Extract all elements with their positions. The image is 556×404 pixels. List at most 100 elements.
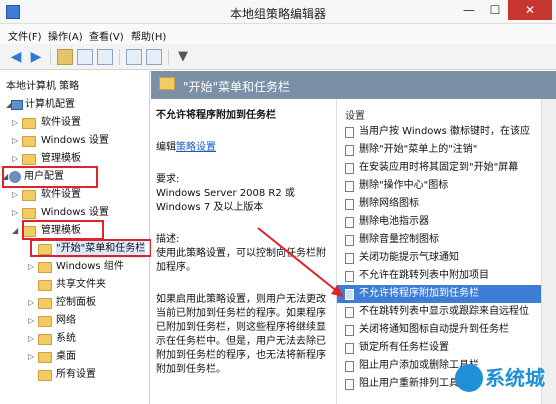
setting-row[interactable]: 删除网络图标	[337, 195, 556, 213]
expand-arrow-icon[interactable]: ▷	[28, 312, 36, 330]
policy-document-icon	[345, 289, 354, 300]
setting-row[interactable]: 锁定所有任务栏设置	[337, 339, 556, 357]
expand-arrow-icon[interactable]: ▷	[28, 294, 36, 312]
back-arrow-icon[interactable]: ◀	[8, 49, 24, 65]
expand-arrow-icon[interactable]: ▷	[12, 204, 20, 222]
tree-item[interactable]: 所有设置	[0, 366, 149, 384]
user-icon	[9, 171, 21, 183]
properties-icon[interactable]	[146, 49, 162, 65]
setting-row[interactable]: 删除音量控制图标	[337, 231, 556, 249]
menu-bar: 文件(F) 操作(A) 查看(V) 帮助(H)	[0, 24, 556, 44]
tree-item[interactable]: ▷ 管理模板	[0, 150, 149, 168]
filter-icon[interactable]: ▼	[175, 49, 191, 65]
setting-label: 删除电池指示器	[359, 216, 429, 227]
export-list-icon[interactable]	[97, 49, 113, 65]
requirements-label: 要求:	[156, 174, 180, 185]
show-hide-tree-icon[interactable]	[77, 49, 93, 65]
setting-label: 当用户按 Windows 徽标键时，在该应	[359, 126, 530, 137]
tree-item[interactable]: ▷ Windows 设置	[0, 204, 149, 222]
tree-item[interactable]: ▷ Windows 设置	[0, 132, 149, 150]
setting-label: 不允许在跳转列表中附加项目	[359, 270, 489, 281]
setting-label: 锁定所有任务栏设置	[359, 342, 449, 353]
setting-row[interactable]: 关闭将通知图标自动提升到任务栏	[337, 321, 556, 339]
setting-row[interactable]: 删除"开始"菜单上的"注销"	[337, 141, 556, 159]
tree-user-config[interactable]: ◢ 用户配置	[0, 168, 149, 186]
folder-icon	[22, 208, 36, 219]
tree-item[interactable]: ▷ 系统	[0, 330, 149, 348]
header-title: "开始"菜单和任务栏	[183, 80, 291, 94]
tree-item[interactable]: ▷ 控制面板	[0, 294, 149, 312]
folder-icon	[22, 118, 36, 129]
policy-document-icon	[345, 217, 354, 228]
description-label: 描述:	[156, 234, 180, 245]
tree-item[interactable]: ▷ 网络	[0, 312, 149, 330]
tree-start-menu-taskbar[interactable]: "开始"菜单和任务栏	[0, 240, 149, 258]
setting-row[interactable]: 不允许将程序附加到任务栏	[337, 285, 556, 303]
setting-row[interactable]: 删除"操作中心"图标	[337, 177, 556, 195]
policy-document-icon	[345, 271, 354, 282]
setting-label: 关闭功能提示气球通知	[359, 252, 459, 263]
maximize-button[interactable]: ☐	[482, 0, 508, 20]
policy-document-icon	[345, 307, 354, 318]
toolbar-separator	[119, 49, 120, 65]
logo-icon	[455, 364, 483, 392]
expand-arrow-icon[interactable]: ▷	[28, 258, 36, 276]
up-folder-icon[interactable]	[57, 49, 73, 65]
expand-arrow-icon[interactable]: ▷	[12, 150, 20, 168]
folder-icon	[38, 298, 52, 309]
policy-document-icon	[345, 253, 354, 264]
menu-view[interactable]: 查看(V)	[89, 28, 124, 43]
policy-document-icon	[345, 181, 354, 192]
setting-row[interactable]: 不允许在跳转列表中附加项目	[337, 267, 556, 285]
menu-file[interactable]: 文件(F)	[8, 28, 42, 43]
policy-document-icon	[345, 235, 354, 246]
policy-document-icon	[345, 199, 354, 210]
setting-row[interactable]: 当用户按 Windows 徽标键时，在该应	[337, 123, 556, 141]
tree-item[interactable]: ▷ Windows 组件	[0, 258, 149, 276]
setting-label: 在安装应用时将其固定到"开始"屏幕	[359, 162, 519, 173]
folder-icon	[22, 190, 36, 201]
tree-item[interactable]: ▷ 软件设置	[0, 186, 149, 204]
edit-policy-line: 编辑策略设置	[156, 142, 216, 153]
details-header: "开始"菜单和任务栏	[151, 71, 556, 99]
folder-icon	[38, 352, 52, 363]
policy-document-icon	[345, 379, 354, 390]
tree-root[interactable]: 本地计算机 策略	[0, 78, 149, 96]
description-pane: 不允许将程序附加到任务栏 编辑策略设置 要求: Windows Server 2…	[151, 99, 336, 404]
setting-row[interactable]: 关闭功能提示气球通知	[337, 249, 556, 267]
edit-policy-link[interactable]: 策略设置	[176, 142, 216, 153]
expand-arrow-icon[interactable]: ▷	[28, 330, 36, 348]
menu-help[interactable]: 帮助(H)	[131, 28, 166, 43]
expand-arrow-icon[interactable]: ▷	[12, 132, 20, 150]
policy-document-icon	[345, 145, 354, 156]
folder-icon	[38, 316, 52, 327]
setting-label: 阻止用户重新排列工具栏	[359, 378, 469, 389]
expand-arrow-icon[interactable]: ▷	[12, 186, 20, 204]
setting-row[interactable]: 在安装应用时将其固定到"开始"屏幕	[337, 159, 556, 177]
folder-icon	[38, 280, 52, 291]
expand-arrow-icon[interactable]: ▷	[28, 348, 36, 366]
setting-label: 删除网络图标	[359, 198, 419, 209]
tree-item[interactable]: 共享文件夹	[0, 276, 149, 294]
toolbar-separator	[50, 49, 51, 65]
watermark-text: 系统城	[485, 366, 545, 390]
help-icon[interactable]	[126, 49, 142, 65]
folder-icon	[159, 77, 175, 90]
minimize-button[interactable]: —	[456, 0, 482, 20]
tree-computer-config[interactable]: ◢ 计算机配置	[0, 96, 149, 114]
collapse-arrow-icon[interactable]: ◢	[12, 222, 20, 240]
list-header[interactable]: 设置	[345, 107, 365, 122]
policy-document-icon	[345, 163, 354, 174]
tree-pane: 本地计算机 策略 ◢ 计算机配置 ▷ 软件设置 ▷ Windows 设置 ▷ 管…	[0, 71, 150, 404]
tree-admin-templates[interactable]: ◢ 管理模板	[0, 222, 149, 240]
tree-item[interactable]: ▷ 软件设置	[0, 114, 149, 132]
close-button[interactable]: ✕	[508, 0, 552, 20]
setting-row[interactable]: 删除电池指示器	[337, 213, 556, 231]
policy-document-icon	[345, 343, 354, 354]
tree-item[interactable]: ▷ 桌面	[0, 348, 149, 366]
menu-action[interactable]: 操作(A)	[48, 28, 83, 43]
setting-label: 不允许将程序附加到任务栏	[359, 288, 479, 299]
setting-row[interactable]: 不在跳转列表中显示或跟踪来自远程位	[337, 303, 556, 321]
forward-arrow-icon[interactable]: ▶	[28, 49, 44, 65]
expand-arrow-icon[interactable]: ▷	[12, 114, 20, 132]
